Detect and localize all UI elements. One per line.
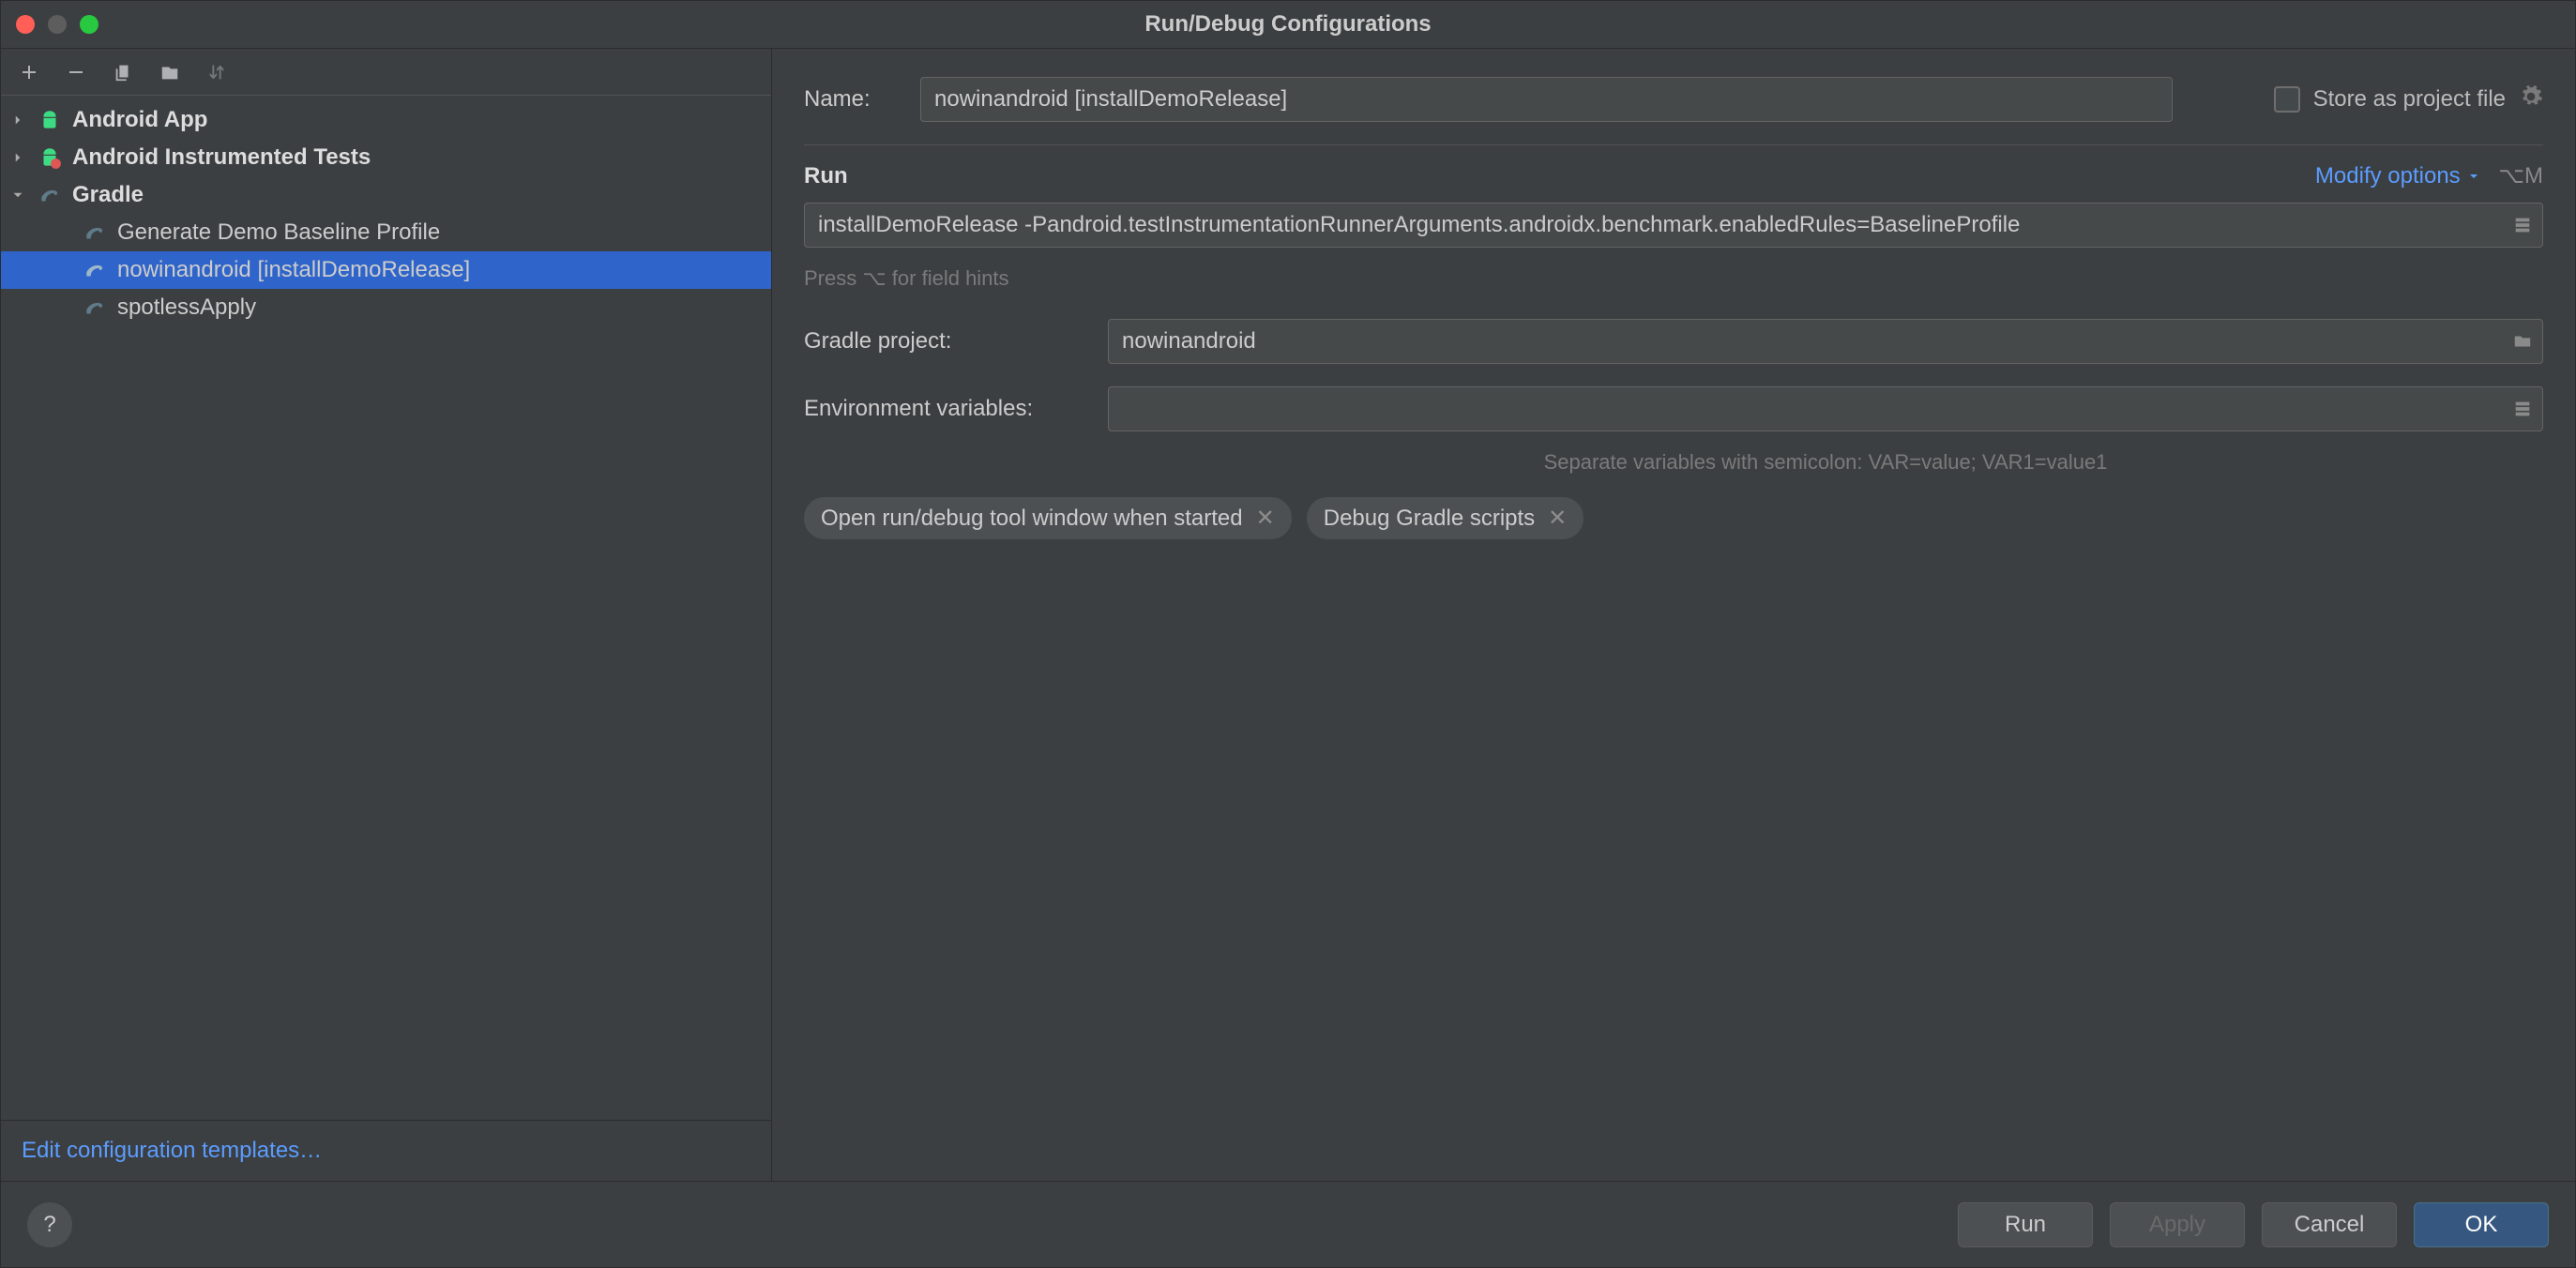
expand-field-icon[interactable] [2509,212,2536,238]
tree-label: Gradle [72,182,144,208]
tree-label: Android App [72,107,207,133]
run-command-hint: Press ⌥ for field hints [804,266,2543,291]
gradle-project-label: Gradle project: [804,328,1085,355]
tree-label: Generate Demo Baseline Profile [117,219,440,246]
sidebar: Android App Android Instrumented Tests [1,49,772,1181]
minimize-window-button[interactable] [48,15,67,34]
titlebar: Run/Debug Configurations [1,1,2575,48]
tree-node-android-app[interactable]: Android App [1,101,771,139]
gradle-icon [82,294,108,321]
dialog-footer: ? Run Apply Cancel OK [1,1181,2575,1267]
android-icon [37,107,63,133]
content: Android App Android Instrumented Tests [1,48,2575,1181]
sidebar-toolbar [1,49,771,96]
expand-field-icon[interactable] [2509,396,2536,422]
gradle-project-row: Gradle project: [804,308,2543,375]
edit-templates-link[interactable]: Edit configuration templates… [22,1138,322,1163]
modify-options-group: Modify options ⌥M [2315,162,2543,189]
store-as-project-file-label: Store as project file [2313,86,2506,113]
chevron-down-icon [8,186,27,204]
chip-label: Debug Gradle scripts [1324,506,1535,532]
chevron-right-icon [8,111,27,129]
tree-node-android-tests[interactable]: Android Instrumented Tests [1,139,771,176]
name-label: Name: [804,86,898,113]
save-config-icon[interactable] [157,59,183,85]
chip-label: Open run/debug tool window when started [821,506,1243,532]
sidebar-footer: Edit configuration templates… [1,1120,771,1181]
tree-item-spotless-apply[interactable]: spotlessApply [1,289,771,326]
tree-node-gradle[interactable]: Gradle [1,176,771,214]
cancel-button[interactable]: Cancel [2262,1202,2397,1247]
help-button[interactable]: ? [27,1202,72,1247]
traffic-lights [16,15,98,34]
tree-item-generate-baseline[interactable]: Generate Demo Baseline Profile [1,214,771,251]
tree-label: nowinandroid [installDemoRelease] [117,257,470,283]
close-window-button[interactable] [16,15,35,34]
sort-config-icon[interactable] [204,59,230,85]
chip-open-tool-window[interactable]: Open run/debug tool window when started … [804,497,1292,539]
modify-options-link[interactable]: Modify options [2315,163,2481,189]
gradle-project-input[interactable] [1108,319,2543,364]
env-hint-row: Separate variables with semicolon: VAR=v… [804,443,2543,475]
copy-config-icon[interactable] [110,59,136,85]
run-button[interactable]: Run [1958,1202,2093,1247]
window-title: Run/Debug Configurations [1144,11,1431,38]
tree-label: spotlessApply [117,294,256,321]
env-vars-hint: Separate variables with semicolon: VAR=v… [1108,450,2543,475]
tree-label: Android Instrumented Tests [72,144,371,171]
main-panel: Name: Store as project file Run Modify o… [772,49,2575,1181]
gradle-icon [82,257,108,283]
dialog-window: Run/Debug Configurations [0,0,2576,1268]
config-tree: Android App Android Instrumented Tests [1,96,771,1120]
env-vars-label: Environment variables: [804,396,1085,422]
zoom-window-button[interactable] [80,15,98,34]
gear-icon[interactable] [2519,84,2543,115]
remove-config-icon[interactable] [63,59,89,85]
name-input[interactable] [920,77,2173,122]
store-as-project-file-checkbox[interactable] [2274,86,2300,113]
chevron-right-icon [8,148,27,167]
gradle-icon [37,182,63,208]
run-section-header: Run Modify options ⌥M [804,162,2543,189]
modify-options-label: Modify options [2315,163,2461,189]
env-vars-input[interactable] [1108,386,2543,431]
run-section-title: Run [804,163,848,189]
browse-folder-icon[interactable] [2509,328,2536,355]
modify-options-shortcut: ⌥M [2498,162,2543,189]
apply-button[interactable]: Apply [2110,1202,2245,1247]
store-as-project-file-group: Store as project file [2274,84,2543,115]
close-icon[interactable]: ✕ [1548,505,1567,532]
divider [804,144,2543,145]
name-row: Name: Store as project file [804,66,2543,133]
android-test-icon [37,144,63,171]
chip-debug-gradle-scripts[interactable]: Debug Gradle scripts ✕ [1307,497,1584,539]
gradle-icon [82,219,108,246]
close-icon[interactable]: ✕ [1256,505,1275,532]
add-config-icon[interactable] [16,59,42,85]
run-command-row [804,199,2543,259]
run-command-input[interactable] [804,203,2543,248]
tree-item-install-demo-release[interactable]: nowinandroid [installDemoRelease] [1,251,771,289]
env-vars-row: Environment variables: [804,375,2543,443]
ok-button[interactable]: OK [2414,1202,2549,1247]
option-chips: Open run/debug tool window when started … [804,497,2543,539]
